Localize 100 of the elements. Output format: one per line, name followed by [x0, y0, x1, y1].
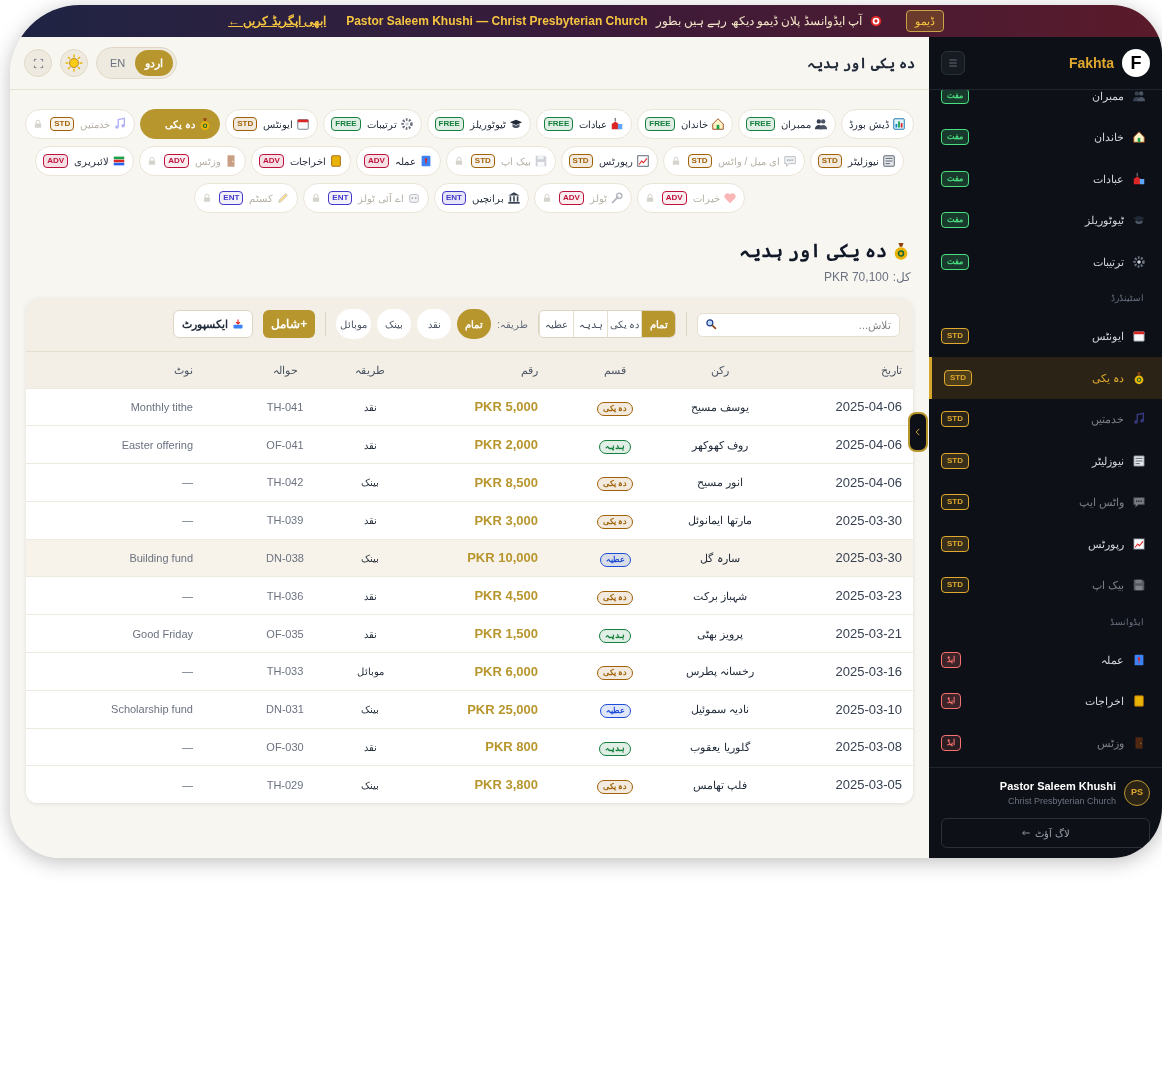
- type-filter-tab[interactable]: عطیہ: [539, 311, 573, 337]
- note-cell: —: [182, 741, 193, 754]
- menu-button[interactable]: [941, 51, 965, 75]
- reference-cell: TH-029: [266, 778, 304, 791]
- logout-button[interactable]: لاگ آؤٹ: [941, 818, 1150, 848]
- method-cell: بینک: [361, 477, 379, 489]
- amount-cell: PKR 800: [485, 739, 538, 755]
- people-icon: [1132, 90, 1146, 103]
- tier-badge: FREE: [645, 117, 675, 131]
- tier-badge: مفت: [941, 253, 969, 270]
- reference-cell: OF-041: [266, 438, 304, 451]
- method-filter-label: طریقہ:: [497, 317, 528, 332]
- menu-icon: [947, 57, 959, 69]
- tier-badge: STD: [941, 577, 969, 594]
- tier-badge: STD: [941, 452, 969, 469]
- language-option[interactable]: EN: [100, 50, 136, 76]
- page-title: دہ یکی اور ہدیہ: [739, 239, 887, 264]
- tier-badge: ADV: [164, 154, 190, 168]
- search-icon: [705, 318, 717, 330]
- tier-badge: STD: [233, 117, 258, 131]
- tier-badge: STD: [470, 154, 495, 168]
- lock-icon: [453, 156, 464, 166]
- method-cell: نقد: [363, 401, 377, 413]
- upgrade-link[interactable]: ابھی اپگریڈ کریں ←: [228, 12, 327, 30]
- tier-badge: مفت: [941, 212, 969, 229]
- sidebar-item[interactable]: خاندان مفت: [929, 116, 1162, 158]
- tier-badge: STD: [941, 494, 969, 511]
- tier-badge: STD: [941, 411, 969, 428]
- amount-cell: PKR 3,000: [474, 512, 538, 528]
- amount-cell: PKR 1,500: [474, 625, 538, 641]
- section-heading: ایڈوانسڈ: [1109, 615, 1145, 629]
- note-cell: —: [182, 589, 193, 602]
- date-cell: 2025-04-06: [835, 399, 902, 415]
- tier-badge: FREE: [434, 117, 464, 131]
- heart-icon: [722, 191, 737, 205]
- sun-icon: [65, 54, 83, 72]
- user-name: Pastor Saleem Khushi: [999, 779, 1116, 794]
- tier-badge: ENT: [441, 191, 466, 205]
- method-filter-pill[interactable]: نقد: [417, 309, 452, 339]
- member-cell: نادیہ سموئیل: [690, 703, 750, 716]
- collapse-handle[interactable]: [908, 412, 928, 452]
- amount-cell: PKR 10,000: [467, 550, 538, 566]
- method-cell: بینک: [361, 779, 379, 791]
- sidebar-item[interactable]: عبادات مفت: [929, 158, 1162, 200]
- tier-badge: ایڈ: [941, 651, 961, 668]
- method-filter-pill[interactable]: موبائل: [336, 309, 372, 339]
- logo: F: [1122, 49, 1150, 77]
- member-cell: رخسانہ پطرس: [685, 665, 755, 678]
- method-cell: نقد: [363, 742, 377, 754]
- section-heading: اسٹینڈرڈ: [1110, 292, 1145, 306]
- type-filter-tab[interactable]: دہ یکی: [607, 311, 641, 337]
- method-cell: بینک: [361, 704, 379, 716]
- settings-icon: [1132, 254, 1146, 269]
- sidebar-item[interactable]: ترتیبات مفت: [929, 241, 1162, 283]
- column-header: رقم: [521, 363, 538, 376]
- calendar-icon: [296, 117, 311, 131]
- type-badge: دہ یکی: [596, 666, 634, 681]
- member-cell: یوسف مسیح: [690, 400, 750, 413]
- type-badge: ہدیہ: [599, 742, 631, 757]
- export-button[interactable]: ایکسپورٹ: [173, 310, 254, 338]
- house-icon: [1132, 130, 1146, 145]
- type-badge: عطیہ: [599, 553, 631, 568]
- tier-badge: ADV: [558, 191, 584, 205]
- total-label: کل:: [892, 268, 911, 286]
- robot-face-icon: [406, 191, 421, 205]
- fullscreen-button[interactable]: [24, 49, 52, 77]
- tier-badge: STD: [944, 369, 972, 386]
- lock-icon: [147, 156, 158, 166]
- sidebar-item[interactable]: اخراجات ایڈ: [929, 680, 1162, 722]
- amount-cell: PKR 4,500: [474, 588, 538, 604]
- method-filter-pill[interactable]: بینک: [377, 309, 412, 339]
- sidebar-item[interactable]: وزٹس ایڈ: [929, 722, 1162, 764]
- method-cell: نقد: [363, 628, 377, 640]
- tier-badge: ایڈ: [941, 734, 961, 751]
- sidebar-item[interactable]: ممبران مفت: [929, 90, 1162, 117]
- member-cell: مارتھا ایمانوئل: [688, 514, 752, 527]
- reference-cell: TH-036: [266, 589, 304, 602]
- amount-cell: PKR 5,000: [474, 399, 538, 415]
- tray-icon: [232, 318, 245, 330]
- sidebar-item[interactable]: عملہ ایڈ: [929, 639, 1162, 681]
- type-badge: عطیہ: [599, 704, 631, 719]
- books-icon: [112, 154, 127, 168]
- chevron-left-icon: [913, 427, 923, 437]
- type-badge: دہ یکی: [596, 779, 634, 794]
- banner-message: آپ ایڈوانسڈ پلان ڈیمو دیکھ رہے ہیں بطور: [655, 12, 862, 30]
- money-bag-icon: [1132, 370, 1146, 385]
- brand-name: Fakhta: [1068, 53, 1114, 73]
- settings-icon: [399, 117, 414, 131]
- type-badge: دہ یکی: [596, 401, 634, 416]
- amount-cell: PKR 3,800: [474, 777, 538, 793]
- church-icon: [1132, 171, 1146, 186]
- module-tab[interactable]: ڈیش بورڈ: [840, 109, 914, 139]
- sidebar-item[interactable]: ٹیوٹوریلز مفت: [929, 199, 1162, 241]
- type-filter-tab[interactable]: ہدیہ: [573, 311, 607, 337]
- theme-button[interactable]: [60, 49, 88, 77]
- search-field[interactable]: تلاش...: [697, 313, 900, 337]
- date-cell: 2025-03-16: [835, 663, 902, 679]
- target-icon: [869, 15, 882, 27]
- tier-badge: ADV: [43, 154, 69, 168]
- member-cell: گلوریا یعقوب: [690, 741, 750, 754]
